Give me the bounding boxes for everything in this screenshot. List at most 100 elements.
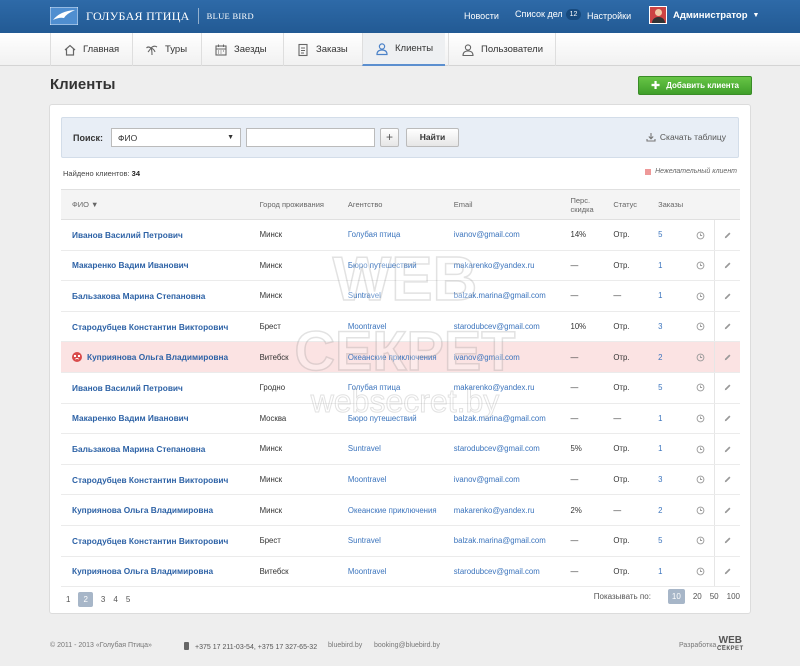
client-email-link[interactable]: makarenko@yandex.ru [448, 372, 566, 404]
client-orders-link[interactable]: 3 [653, 464, 689, 496]
client-name-link[interactable]: Бальзакова Марина Степановна [61, 280, 255, 312]
client-orders-link[interactable]: 1 [653, 280, 689, 312]
client-email-link[interactable]: starodubcev@gmail.com [448, 556, 566, 588]
client-email-link[interactable]: makarenko@yandex.ru [448, 250, 566, 282]
tab-clients[interactable]: Клиенты [362, 33, 446, 66]
tab-tours[interactable]: Туры [132, 33, 199, 66]
user-menu[interactable]: Администратор ▼ [649, 6, 759, 24]
client-name-link[interactable]: Бальзакова Марина Степановна [61, 433, 255, 465]
per-page-50[interactable]: 50 [710, 592, 719, 601]
history-cell[interactable] [688, 433, 715, 465]
client-agency-link[interactable]: Suntravel [342, 280, 449, 312]
client-orders-link[interactable]: 5 [653, 525, 689, 557]
client-name-link[interactable]: Куприянова Ольга Владимировна [61, 556, 255, 588]
edit-cell[interactable] [713, 280, 740, 312]
client-name-link[interactable]: Стародубцев Константин Викторович [61, 464, 255, 496]
client-email-link[interactable]: starodubcev@gmail.com [448, 311, 566, 343]
search-field-select[interactable]: ФИО ▼ [111, 128, 241, 147]
settings-link[interactable]: Настройки [587, 11, 631, 21]
client-agency-link[interactable]: Suntravel [342, 433, 449, 465]
find-button[interactable]: Найти [406, 128, 459, 147]
client-agency-link[interactable]: Океанские приключения [342, 341, 449, 373]
table-row[interactable]: Куприянова Ольга Владимировна Минск Океанс… [61, 494, 740, 526]
download-table-link[interactable]: Скачать таблицу [646, 132, 726, 142]
footer-site-link[interactable]: bluebird.by [328, 642, 362, 649]
client-orders-link[interactable]: 5 [653, 219, 689, 251]
client-email-link[interactable]: starodubcev@gmail.com [448, 433, 566, 465]
tab-arrivals[interactable]: Заезды [201, 33, 279, 66]
client-email-link[interactable]: balzak.marina@gmail.com [448, 403, 566, 435]
footer-email-link[interactable]: booking@bluebird.by [374, 642, 440, 649]
client-agency-link[interactable]: Бюро путешествий [342, 403, 449, 435]
news-link[interactable]: Новости [464, 11, 499, 21]
client-email-link[interactable]: balzak.marina@gmail.com [448, 525, 566, 557]
client-name-link[interactable]: Куприянова Ольга Владимировна [61, 494, 255, 526]
client-name-link[interactable]: Макаренко Вадим Иванович [61, 403, 255, 435]
client-orders-link[interactable]: 2 [653, 494, 689, 526]
table-row[interactable]: Иванов Василий Петрович Гродно Голубая пти… [61, 372, 740, 404]
history-cell[interactable] [688, 311, 715, 343]
add-condition-button[interactable]: + [380, 128, 399, 147]
todo-link[interactable]: Список дел 12 [515, 9, 582, 21]
client-orders-link[interactable]: 2 [653, 341, 689, 373]
client-name-link[interactable]: Стародубцев Константин Викторович [61, 311, 255, 343]
table-row[interactable]: Стародубцев Константин Викторович Минск Mo… [61, 464, 740, 496]
client-agency-link[interactable]: Moontravel [342, 556, 449, 588]
edit-cell[interactable] [713, 250, 740, 282]
history-cell[interactable] [688, 341, 715, 373]
search-input[interactable] [246, 128, 375, 147]
history-cell[interactable] [688, 219, 715, 251]
per-page-10[interactable]: 10 [667, 589, 685, 604]
client-agency-link[interactable]: Бюро путешествий [342, 250, 449, 282]
client-orders-link[interactable]: 5 [653, 372, 689, 404]
page-1-link[interactable]: 1 [66, 595, 70, 604]
history-cell[interactable] [688, 556, 715, 588]
client-email-link[interactable]: ivanov@gmail.com [448, 341, 566, 373]
edit-cell[interactable] [713, 464, 740, 496]
client-orders-link[interactable]: 3 [653, 311, 689, 343]
history-cell[interactable] [688, 372, 715, 404]
client-orders-link[interactable]: 1 [653, 556, 689, 588]
per-page-20[interactable]: 20 [693, 592, 702, 601]
history-cell[interactable] [688, 280, 715, 312]
table-row[interactable]: Стародубцев Константин Викторович Брест Su… [61, 525, 740, 557]
client-agency-link[interactable]: Голубая птица [342, 219, 449, 251]
client-email-link[interactable]: ivanov@gmail.com [448, 219, 566, 251]
page-5-link[interactable]: 5 [126, 595, 130, 604]
client-agency-link[interactable]: Moontravel [342, 464, 449, 496]
client-name-link[interactable]: Куприянова Ольга Владимировна [61, 341, 255, 373]
edit-cell[interactable] [713, 311, 740, 343]
table-row[interactable]: Куприянова Ольга Владимировна Витебск Океа… [61, 341, 740, 373]
per-page-100[interactable]: 100 [727, 592, 740, 601]
table-row[interactable]: Бальзакова Марина Степановна Минск Suntrav… [61, 433, 740, 465]
client-agency-link[interactable]: Океанские приключения [342, 494, 449, 526]
history-cell[interactable] [688, 250, 715, 282]
client-agency-link[interactable]: Голубая птица [342, 372, 449, 404]
client-email-link[interactable]: balzak.marina@gmail.com [448, 280, 566, 312]
add-client-button[interactable]: ✚ Добавить клиента [638, 76, 752, 95]
edit-cell[interactable] [713, 403, 740, 435]
client-name-link[interactable]: Макаренко Вадим Иванович [61, 250, 255, 282]
client-email-link[interactable]: makarenko@yandex.ru [448, 494, 566, 526]
table-row[interactable]: Бальзакова Марина Степановна Минск Suntrav… [61, 280, 740, 312]
client-name-link[interactable]: Стародубцев Константин Викторович [61, 525, 255, 557]
edit-cell[interactable] [713, 556, 740, 588]
page-4-link[interactable]: 4 [113, 595, 117, 604]
history-cell[interactable] [688, 494, 715, 526]
history-cell[interactable] [688, 525, 715, 557]
edit-cell[interactable] [713, 341, 740, 373]
client-agency-link[interactable]: Suntravel [342, 525, 449, 557]
edit-cell[interactable] [713, 525, 740, 557]
edit-cell[interactable] [713, 494, 740, 526]
history-cell[interactable] [688, 403, 715, 435]
client-orders-link[interactable]: 1 [653, 250, 689, 282]
page-2-link[interactable]: 2 [78, 592, 93, 607]
client-name-link[interactable]: Иванов Василий Петрович [61, 219, 255, 251]
tab-home[interactable]: Главная [50, 33, 131, 66]
table-row[interactable]: Куприянова Ольга Владимировна Витебск Moon… [61, 556, 740, 588]
client-agency-link[interactable]: Moontravel [342, 311, 449, 343]
table-row[interactable]: Иванов Василий Петрович Минск Голубая птиц… [61, 219, 740, 251]
client-orders-link[interactable]: 1 [653, 403, 689, 435]
table-row[interactable]: Макаренко Вадим Иванович Москва Бюро путеш… [61, 403, 740, 435]
edit-cell[interactable] [713, 372, 740, 404]
